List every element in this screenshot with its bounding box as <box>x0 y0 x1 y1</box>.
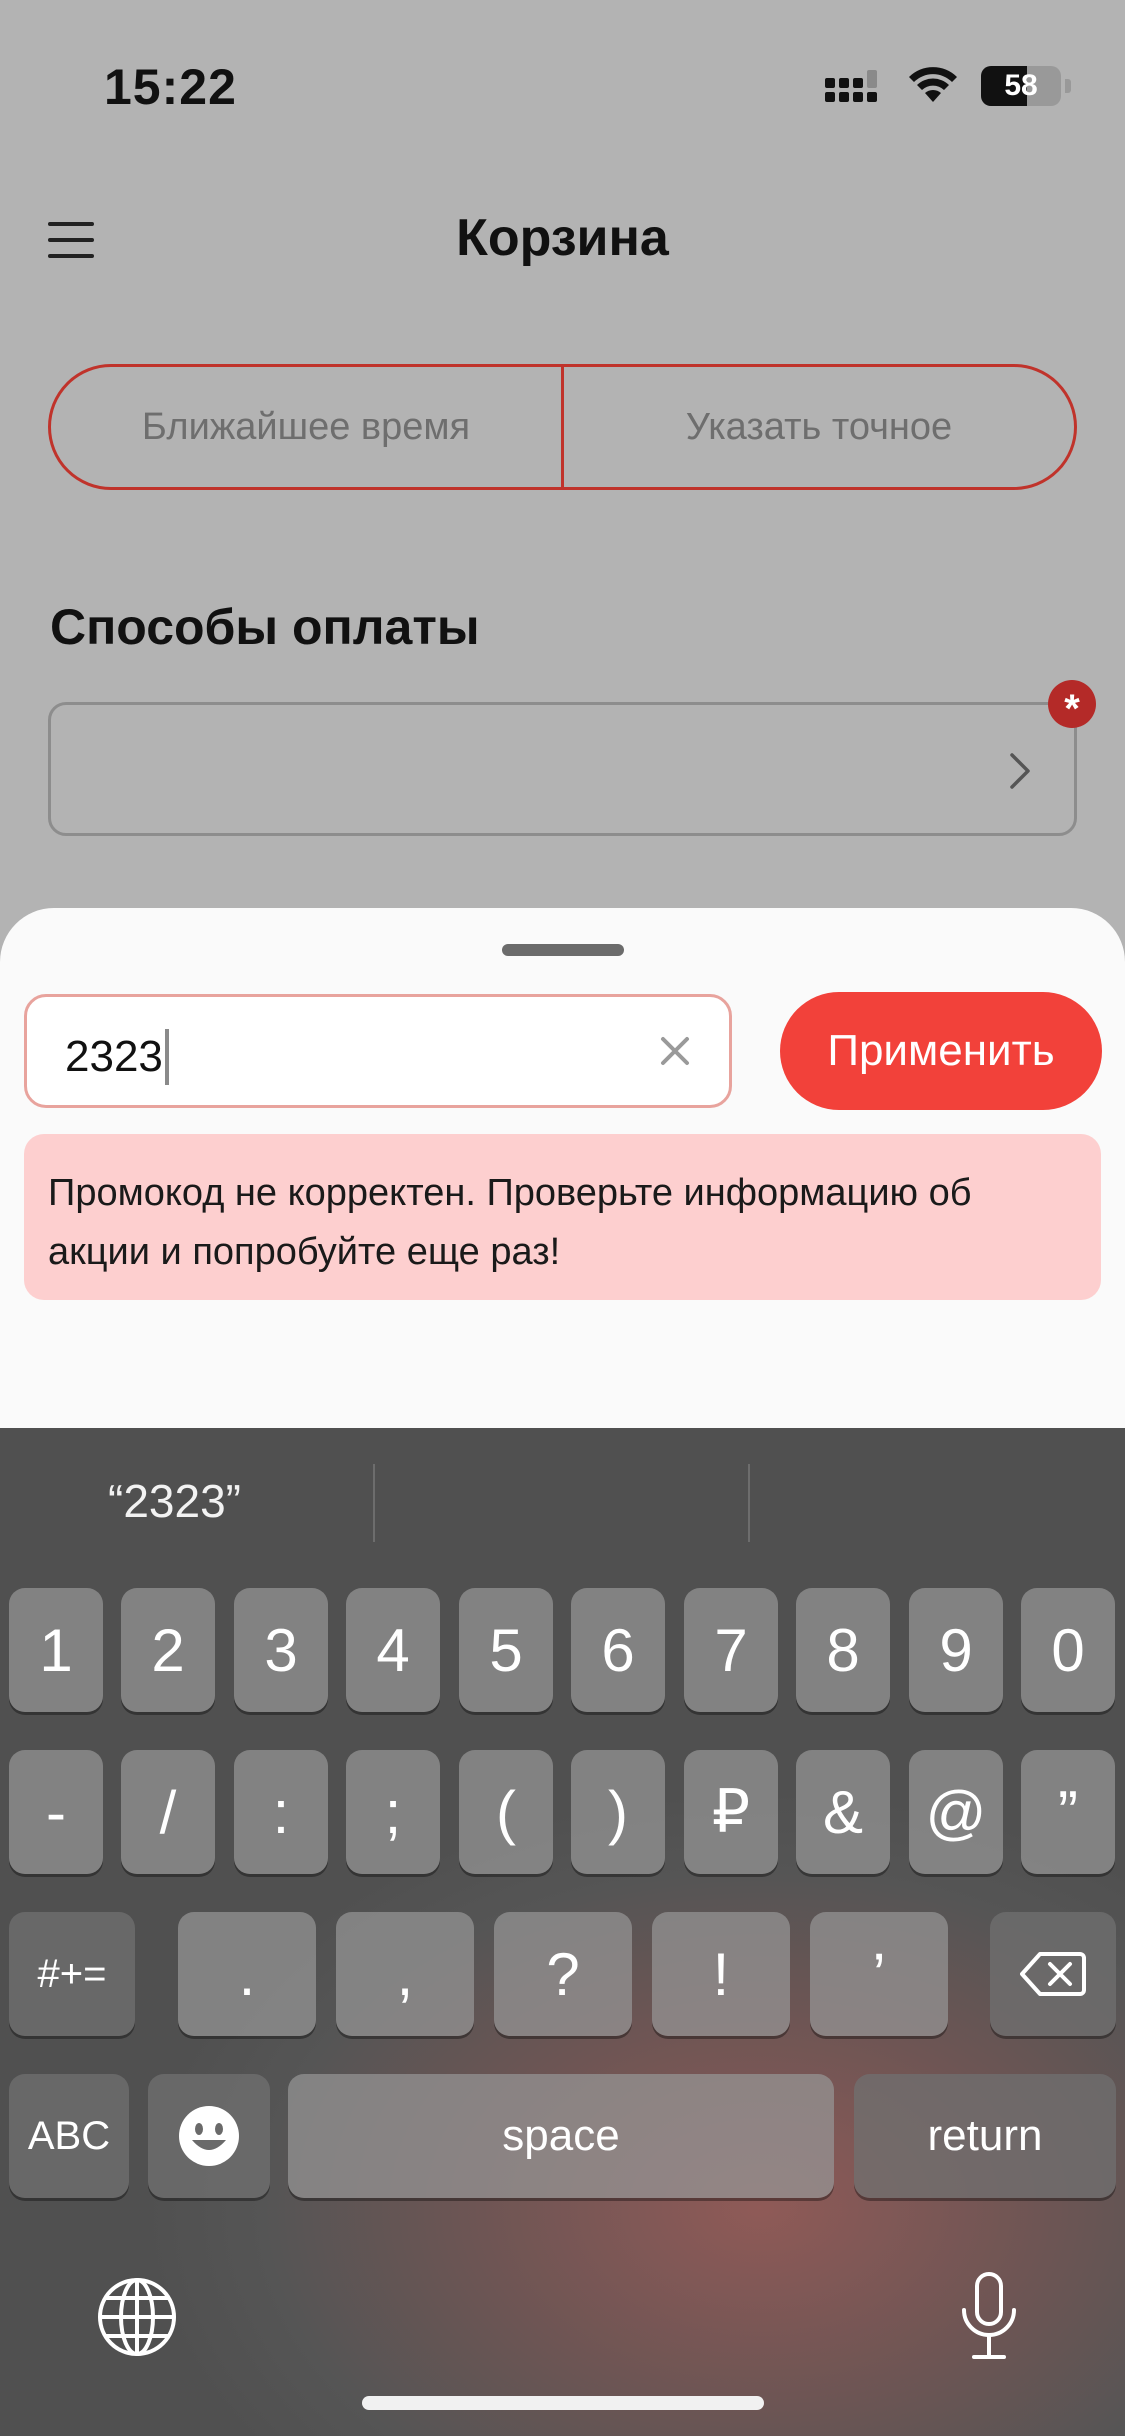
payment-method-select[interactable] <box>48 702 1077 836</box>
key-apostrophe[interactable]: ’ <box>810 1912 948 2036</box>
key-abc[interactable]: ABC <box>9 2074 129 2198</box>
key-space[interactable]: space <box>288 2074 834 2198</box>
microphone-icon[interactable] <box>958 2270 1020 2362</box>
status-icons: 58 <box>825 66 1071 106</box>
key-6[interactable]: 6 <box>571 1588 665 1712</box>
key-3[interactable]: 3 <box>234 1588 328 1712</box>
delivery-time-toggle: Ближайшее время Указать точное <box>48 364 1077 490</box>
key-delete[interactable] <box>990 1912 1116 2036</box>
key-7[interactable]: 7 <box>684 1588 778 1712</box>
suggestion-1[interactable]: “2323” <box>108 1474 241 1528</box>
promo-code-sheet: 2323 Применить Промокод не корректен. Пр… <box>0 908 1125 1448</box>
sheet-grabber[interactable] <box>502 944 624 956</box>
text-caret <box>164 1029 169 1085</box>
key-quote[interactable]: ” <box>1021 1750 1115 1874</box>
key-ruble[interactable]: ₽ <box>684 1750 778 1874</box>
suggestion-bar: “2323” <box>0 1428 1125 1578</box>
key-exclamation[interactable]: ! <box>652 1912 790 2036</box>
clear-icon[interactable] <box>655 1031 695 1071</box>
emoji-icon <box>179 2106 239 2166</box>
key-open-paren[interactable]: ( <box>459 1750 553 1874</box>
key-9[interactable]: 9 <box>909 1588 1003 1712</box>
key-at[interactable]: @ <box>909 1750 1003 1874</box>
key-2[interactable]: 2 <box>121 1588 215 1712</box>
promo-code-input[interactable]: 2323 <box>24 994 732 1108</box>
option-exact-time[interactable]: Указать точное <box>561 367 1074 487</box>
home-indicator[interactable] <box>362 2396 764 2410</box>
status-bar: 15:22 58 <box>0 0 1125 130</box>
required-badge: * <box>1048 680 1096 729</box>
key-8[interactable]: 8 <box>796 1588 890 1712</box>
cellular-signal-icon <box>825 70 877 102</box>
key-return[interactable]: return <box>854 2074 1116 2198</box>
status-time: 15:22 <box>104 59 237 115</box>
globe-icon[interactable] <box>96 2276 178 2358</box>
suggestion-divider <box>373 1464 375 1542</box>
key-semicolon[interactable]: ; <box>346 1750 440 1874</box>
key-colon[interactable]: : <box>234 1750 328 1874</box>
key-comma[interactable]: , <box>336 1912 474 2036</box>
key-5[interactable]: 5 <box>459 1588 553 1712</box>
promo-error-message: Промокод не корректен. Проверьте информа… <box>24 1134 1101 1300</box>
key-more-symbols[interactable]: #+= <box>9 1912 135 2036</box>
key-question[interactable]: ? <box>494 1912 632 2036</box>
key-hyphen[interactable]: - <box>9 1750 103 1874</box>
option-nearest-time[interactable]: Ближайшее время <box>51 367 561 487</box>
key-period[interactable]: . <box>178 1912 316 2036</box>
key-emoji[interactable] <box>148 2074 270 2198</box>
wifi-icon <box>909 67 957 102</box>
backspace-icon <box>1020 1952 1086 1996</box>
battery-icon: 58 <box>981 66 1061 106</box>
key-4[interactable]: 4 <box>346 1588 440 1712</box>
keyboard: “2323” 1 2 3 4 5 6 7 8 9 0 - / : ; ( ) ₽… <box>0 1428 1125 2436</box>
key-1[interactable]: 1 <box>9 1588 103 1712</box>
chevron-right-icon <box>1010 753 1030 789</box>
key-0[interactable]: 0 <box>1021 1588 1115 1712</box>
promo-code-value: 2323 <box>65 1032 163 1081</box>
key-slash[interactable]: / <box>121 1750 215 1874</box>
payment-methods-heading: Способы оплаты <box>50 599 480 655</box>
page-title: Корзина <box>456 209 669 267</box>
key-ampersand[interactable]: & <box>796 1750 890 1874</box>
suggestion-divider <box>748 1464 750 1542</box>
battery-tip <box>1065 79 1071 93</box>
battery-percent: 58 <box>1004 69 1038 102</box>
key-close-paren[interactable]: ) <box>571 1750 665 1874</box>
apply-promo-button[interactable]: Применить <box>780 992 1102 1110</box>
